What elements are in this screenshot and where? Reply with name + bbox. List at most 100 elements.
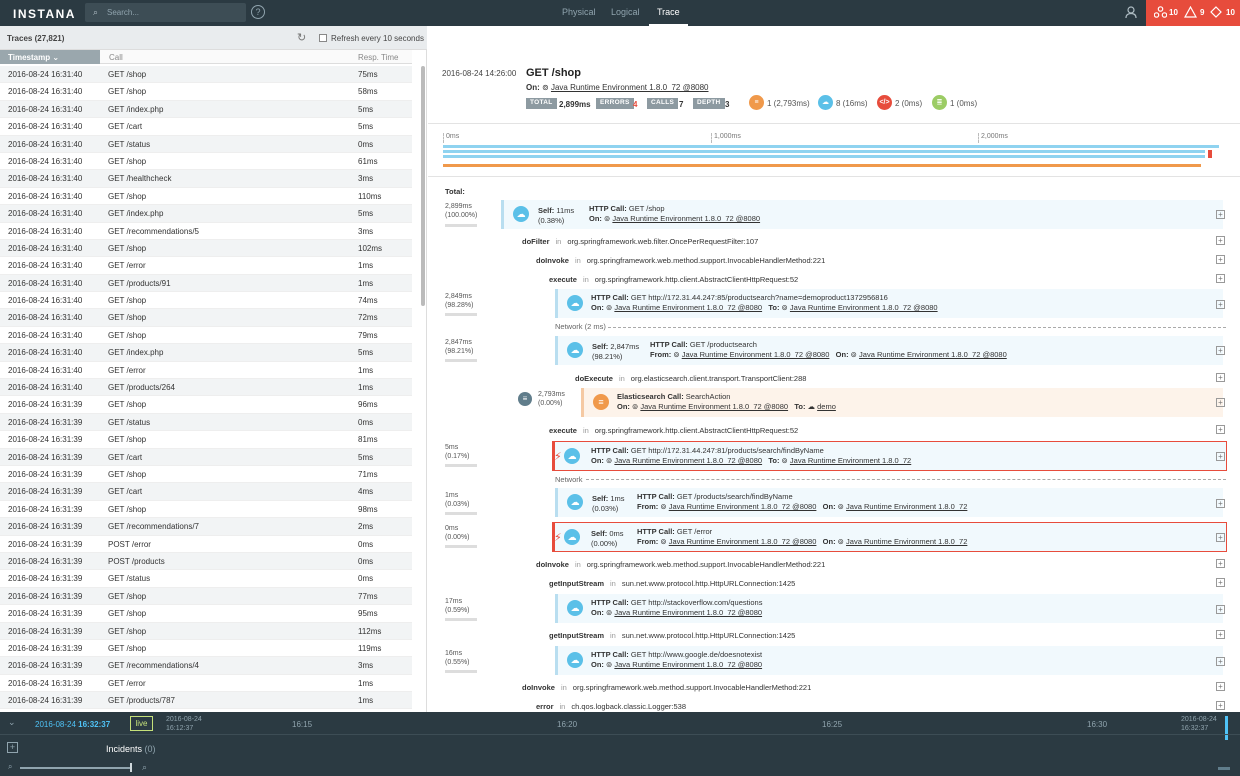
- table-row[interactable]: 2016-08-24 16:31:40 GET /index.php 5ms: [0, 100, 412, 119]
- expand-button[interactable]: +: [1216, 578, 1225, 587]
- expand-button[interactable]: +: [1216, 398, 1225, 407]
- expand-button[interactable]: +: [1216, 452, 1225, 461]
- current-time[interactable]: 2016-08-24 16:32:37: [35, 720, 110, 729]
- expand-button[interactable]: +: [1216, 682, 1225, 691]
- instana-logo[interactable]: INSTANA: [13, 7, 76, 21]
- span-http-productsearch-server[interactable]: ☁ Self: 2,847ms (98.21%) HTTP Call: GET /…: [555, 336, 1223, 365]
- row-timestamp: 2016-08-24 16:31:39: [8, 643, 83, 653]
- table-row[interactable]: 2016-08-24 16:31:39 POST /products 0ms: [0, 552, 412, 571]
- table-row[interactable]: 2016-08-24 16:31:39 GET /status 0ms: [0, 413, 412, 432]
- zoom-slider-handle[interactable]: [130, 763, 132, 772]
- table-row[interactable]: 2016-08-24 16:31:39 GET /products/787 1ms: [0, 692, 412, 710]
- expand-button[interactable]: +: [1216, 533, 1225, 542]
- span-elasticsearch[interactable]: ≡ Elasticsearch Call: SearchAction On: ⊚ …: [581, 388, 1223, 417]
- span-http-stackoverflow[interactable]: ☁ HTTP Call: GET http://stackoverflow.co…: [555, 594, 1223, 623]
- table-row[interactable]: 2016-08-24 16:31:39 GET /shop 112ms: [0, 622, 412, 640]
- table-row[interactable]: 2016-08-24 16:31:39 GET /recommendations/…: [0, 657, 412, 675]
- table-row[interactable]: 2016-08-24 16:31:40 GET /healthcheck 3ms: [0, 170, 412, 188]
- table-row[interactable]: 2016-08-24 16:31:39 GET /status 0ms: [0, 570, 412, 588]
- table-row[interactable]: 2016-08-24 16:31:40 GET /shop 75ms: [0, 66, 412, 84]
- frame-doinvoke[interactable]: doInvoke in org.springframework.web.method…: [536, 256, 825, 273]
- refresh-icon[interactable]: ↻: [297, 31, 306, 44]
- table-row[interactable]: 2016-08-24 16:31:40 GET /shop 61ms: [0, 152, 412, 171]
- zoom-out-icon[interactable]: ⌕: [8, 762, 12, 772]
- timeline-cursor[interactable]: [1225, 716, 1228, 740]
- table-row[interactable]: 2016-08-24 16:31:40 GET /shop 74ms: [0, 292, 412, 310]
- call-column-header[interactable]: Call: [109, 53, 123, 62]
- expand-button[interactable]: +: [1216, 346, 1225, 355]
- trace-on-link[interactable]: Java Runtime Environment 1.8.0_72 @8080: [551, 83, 709, 92]
- frame-error[interactable]: error in ch.qos.logback.classic.Logger:538: [536, 702, 686, 712]
- table-row[interactable]: 2016-08-24 16:31:40 GET /error 1ms: [0, 361, 412, 380]
- table-row[interactable]: 2016-08-24 16:31:40 GET /shop 102ms: [0, 239, 412, 258]
- row-timestamp: 2016-08-24 16:31:39: [8, 678, 83, 688]
- table-row[interactable]: 2016-08-24 16:31:40 GET /status 0ms: [0, 135, 412, 153]
- table-row[interactable]: 2016-08-24 16:31:39 GET /recommendations/…: [0, 518, 412, 536]
- zoom-in-icon[interactable]: ⌕: [142, 762, 147, 773]
- duration-label: 16ms (0.55%): [445, 650, 470, 666]
- table-row[interactable]: 2016-08-24 16:31:40 GET /index.php 5ms: [0, 205, 412, 223]
- table-row[interactable]: 2016-08-24 16:31:40 GET /index.php 5ms: [0, 344, 412, 362]
- expand-button[interactable]: +: [1216, 373, 1225, 382]
- table-row[interactable]: 2016-08-24 16:31:39 GET /shop 71ms: [0, 465, 412, 484]
- refresh-checkbox[interactable]: [319, 34, 327, 42]
- expand-button[interactable]: +: [1216, 210, 1225, 219]
- span-http-findbyname-server[interactable]: ☁ Self: 1ms (0.03%) HTTP Call: GET /produ…: [555, 488, 1223, 517]
- span-http-productsearch[interactable]: ☁ HTTP Call: GET http://172.31.44.247:85…: [555, 289, 1223, 318]
- table-row[interactable]: 2016-08-24 16:31:40 GET /shop 72ms: [0, 309, 412, 327]
- trace-timeline[interactable]: 0ms 1,000ms 2,000ms: [443, 131, 1223, 171]
- expand-button[interactable]: +: [1216, 300, 1225, 309]
- search-input[interactable]: Search...: [107, 8, 139, 17]
- expand-button[interactable]: +: [1216, 559, 1225, 568]
- table-row[interactable]: 2016-08-24 16:31:39 GET /shop 119ms: [0, 639, 412, 658]
- add-icon[interactable]: +: [7, 742, 18, 753]
- table-row[interactable]: 2016-08-24 16:31:40 GET /recommendations/…: [0, 222, 412, 240]
- expand-button[interactable]: +: [1216, 255, 1225, 264]
- expand-button[interactable]: +: [1216, 630, 1225, 639]
- frame-doinvoke[interactable]: doInvoke in org.springframework.web.method…: [522, 683, 811, 700]
- live-button[interactable]: live: [130, 716, 153, 731]
- table-row[interactable]: 2016-08-24 16:31:40 GET /shop 110ms: [0, 187, 412, 206]
- resp-time-column-header[interactable]: Resp. Time: [358, 53, 398, 62]
- table-row[interactable]: 2016-08-24 16:31:40 GET /products/264 1ms: [0, 379, 412, 397]
- table-row[interactable]: 2016-08-24 16:31:40 GET /error 1ms: [0, 257, 412, 275]
- table-row[interactable]: 2016-08-24 16:31:39 GET /shop 95ms: [0, 605, 412, 623]
- table-row[interactable]: 2016-08-24 16:31:39 GET /error 1ms: [0, 674, 412, 693]
- zoom-slider[interactable]: [20, 767, 132, 769]
- search-box[interactable]: ⌕ Search...: [85, 3, 246, 22]
- expand-button[interactable]: +: [1216, 605, 1225, 614]
- expand-button[interactable]: +: [1216, 425, 1225, 434]
- span-http-findbyname-error[interactable]: ⚡ ☁ HTTP Call: GET http://172.31.44.247:…: [552, 441, 1227, 471]
- frame-dofilter[interactable]: doFilter in org.springframework.web.filter…: [522, 237, 758, 254]
- alerts-panel[interactable]: 10 9 10: [1146, 0, 1240, 26]
- expand-button[interactable]: +: [1216, 274, 1225, 283]
- span-http-error[interactable]: ⚡ ☁ Self: 0ms (0.00%) HTTP Call: GET /err…: [552, 522, 1227, 552]
- expand-button[interactable]: +: [1216, 236, 1225, 245]
- tab-trace[interactable]: Trace: [649, 7, 688, 26]
- table-row[interactable]: 2016-08-24 16:31:39 GET /shop 98ms: [0, 500, 412, 519]
- table-row[interactable]: 2016-08-24 16:31:39 GET /cart 4ms: [0, 483, 412, 501]
- expand-button[interactable]: +: [1216, 657, 1225, 666]
- traces-scrollbar[interactable]: [421, 66, 425, 306]
- table-row[interactable]: 2016-08-24 16:31:39 GET /cart 5ms: [0, 448, 412, 466]
- scroll-indicator[interactable]: [1218, 767, 1230, 770]
- table-row[interactable]: 2016-08-24 16:31:39 GET /shop 77ms: [0, 587, 412, 606]
- collapse-chevron-icon[interactable]: ⌄: [8, 717, 16, 728]
- tab-logical[interactable]: Logical: [611, 7, 640, 17]
- span-http-google[interactable]: ☁ HTTP Call: GET http://www.google.de/do…: [555, 646, 1223, 675]
- timestamp-column-header[interactable]: Timestamp ⌄: [0, 50, 100, 64]
- table-row[interactable]: 2016-08-24 16:31:39 GET /shop 96ms: [0, 396, 412, 414]
- user-icon[interactable]: [1123, 5, 1139, 21]
- table-row[interactable]: 2016-08-24 16:31:39 GET /shop 81ms: [0, 431, 412, 449]
- expand-button[interactable]: +: [1216, 499, 1225, 508]
- table-row[interactable]: 2016-08-24 16:31:40 GET /shop 79ms: [0, 326, 412, 345]
- table-row[interactable]: 2016-08-24 16:31:40 GET /shop 58ms: [0, 83, 412, 101]
- expand-button[interactable]: +: [1216, 701, 1225, 710]
- span-http-shop[interactable]: ☁ Self: 11ms (0.38%) HTTP Call: GET /shop…: [501, 200, 1223, 229]
- help-icon[interactable]: ?: [251, 5, 265, 19]
- frame-doinvoke[interactable]: doInvoke in org.springframework.web.method…: [536, 560, 825, 577]
- table-row[interactable]: 2016-08-24 16:31:40 GET /products/91 1ms: [0, 274, 412, 293]
- table-row[interactable]: 2016-08-24 16:31:39 POST /error 0ms: [0, 535, 412, 553]
- tab-physical[interactable]: Physical: [562, 7, 596, 17]
- table-row[interactable]: 2016-08-24 16:31:40 GET /cart 5ms: [0, 118, 412, 136]
